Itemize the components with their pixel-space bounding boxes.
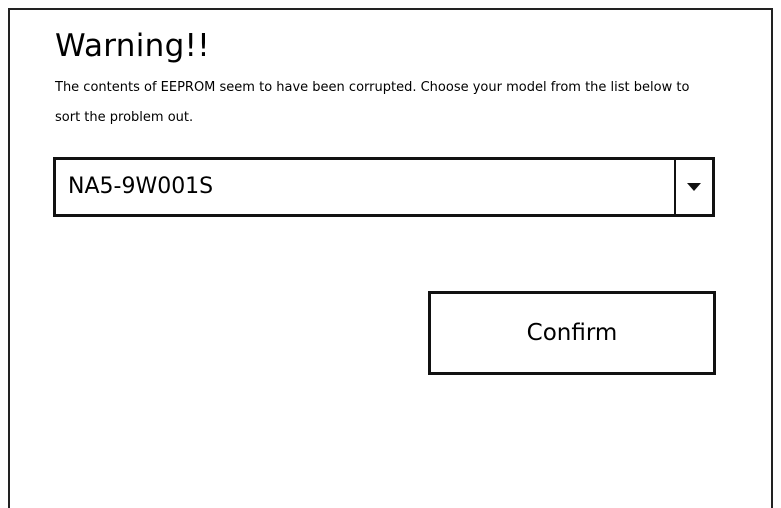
warning-message: The contents of EEPROM seem to have been… [55,80,690,125]
model-select[interactable]: NA5-9W001S [53,157,715,217]
confirm-button[interactable]: Confirm [428,291,716,375]
dialog-title: Warning!! [55,28,211,64]
model-select-value: NA5-9W001S [68,174,214,199]
caret-down-icon [687,183,701,191]
dropdown-toggle[interactable] [676,160,712,214]
eeprom-warning-dialog: Warning!! The contents of EEPROM seem to… [8,8,773,508]
